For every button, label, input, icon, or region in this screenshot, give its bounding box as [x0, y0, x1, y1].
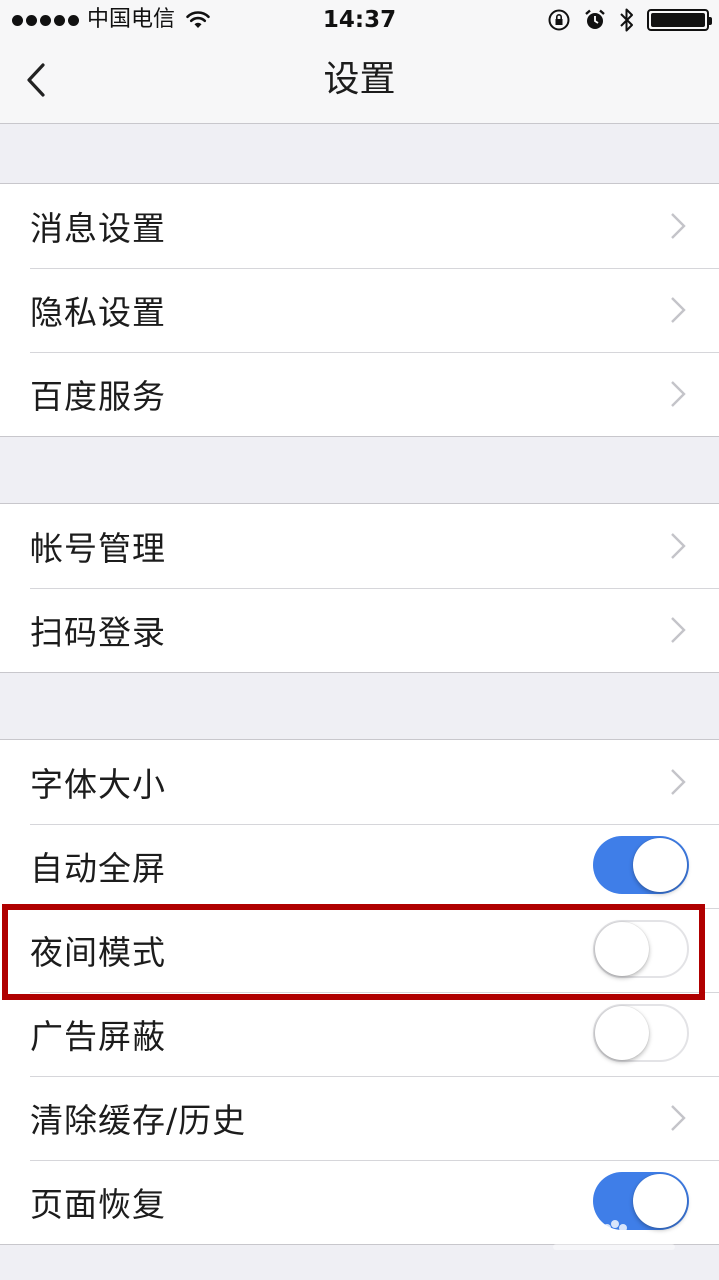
- row-label: 扫码登录: [30, 613, 166, 652]
- chevron-right-icon: [671, 617, 686, 643]
- row-label: 夜间模式: [30, 933, 166, 972]
- row-auto-fullscreen: 自动全屏: [0, 824, 719, 908]
- status-right: [547, 7, 712, 33]
- chevron-right-icon: [671, 297, 686, 323]
- chevron-right-icon: [671, 533, 686, 559]
- row-label: 页面恢复: [30, 1185, 166, 1224]
- toggle-knob: [633, 1174, 687, 1228]
- row-label: 自动全屏: [30, 849, 166, 888]
- row-baidu-services[interactable]: 百度服务: [0, 352, 719, 436]
- row-account-management[interactable]: 帐号管理: [0, 504, 719, 588]
- toggle-knob: [595, 922, 649, 976]
- chevron-right-icon: [671, 769, 686, 795]
- settings-group-3: 字体大小 自动全屏 夜间模式 广告屏蔽 清除缓存/历史 页面恢复: [0, 739, 719, 1245]
- row-label: 字体大小: [30, 765, 166, 804]
- row-label: 隐私设置: [30, 293, 166, 332]
- row-message-settings[interactable]: 消息设置: [0, 184, 719, 268]
- row-label: 帐号管理: [30, 529, 166, 568]
- page-title: 设置: [323, 59, 396, 100]
- row-night-mode: 夜间模式: [0, 908, 719, 992]
- battery-icon: [647, 9, 712, 31]
- auto-fullscreen-toggle[interactable]: [593, 836, 689, 894]
- night-mode-toggle[interactable]: [593, 920, 689, 978]
- settings-group-1: 消息设置 隐私设置 百度服务: [0, 183, 719, 437]
- row-privacy-settings[interactable]: 隐私设置: [0, 268, 719, 352]
- row-page-restore: 页面恢复: [0, 1160, 719, 1244]
- row-clear-cache-history[interactable]: 清除缓存/历史: [0, 1076, 719, 1160]
- chevron-right-icon: [671, 1105, 686, 1131]
- row-label: 清除缓存/历史: [30, 1101, 247, 1140]
- settings-group-2: 帐号管理 扫码登录: [0, 503, 719, 673]
- status-bar: 中国电信 14:37: [0, 0, 719, 40]
- row-label: 广告屏蔽: [30, 1017, 166, 1056]
- chevron-right-icon: [671, 213, 686, 239]
- bluetooth-icon: [620, 8, 633, 32]
- toggle-knob: [633, 838, 687, 892]
- row-scan-login[interactable]: 扫码登录: [0, 588, 719, 672]
- alarm-icon: [585, 9, 605, 29]
- ad-block-toggle[interactable]: [593, 1004, 689, 1062]
- toggle-knob: [595, 1006, 649, 1060]
- page-restore-toggle[interactable]: [593, 1172, 689, 1230]
- navigation-bar: 设置: [0, 40, 719, 124]
- row-ad-block: 广告屏蔽: [0, 992, 719, 1076]
- row-font-size[interactable]: 字体大小: [0, 740, 719, 824]
- row-label: 消息设置: [30, 209, 166, 248]
- chevron-right-icon: [671, 381, 686, 407]
- row-label: 百度服务: [30, 377, 166, 416]
- rotation-lock-icon: [548, 9, 570, 31]
